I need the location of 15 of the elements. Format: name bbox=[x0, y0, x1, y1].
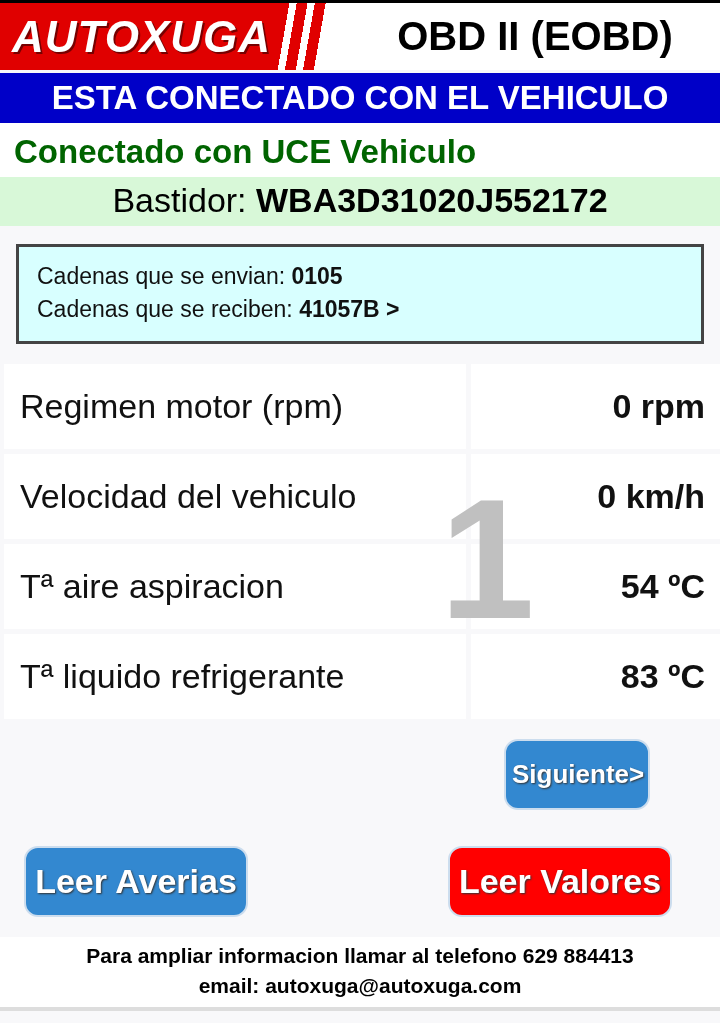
reading-value: 0 rpm bbox=[471, 364, 720, 449]
vin-text: Bastidor: WBA3D31020J552172 bbox=[0, 177, 720, 226]
reading-value: 83 ºC bbox=[471, 634, 720, 719]
action-button[interactable]: Leer Valores bbox=[448, 846, 672, 917]
reading-name: Tª liquido refrigerante bbox=[4, 634, 466, 719]
reading-name: Regimen motor (rpm) bbox=[4, 364, 466, 449]
next-button[interactable]: Siguiente> bbox=[504, 739, 650, 810]
strings-line: Cadenas que se envian: 0105 bbox=[37, 263, 344, 290]
app-title: OBD II (EOBD) bbox=[396, 13, 674, 60]
strings-line: Cadenas que se reciben: 41057B > bbox=[37, 296, 401, 323]
status-text: Conectado con UCE Vehiculo bbox=[0, 123, 720, 177]
footer-text: Para ampliar informacion llamar al telefono 629 884413 bbox=[86, 943, 634, 969]
footer-text: email: autoxuga@autoxuga.com bbox=[198, 973, 522, 999]
action-button[interactable]: Leer Averias bbox=[24, 846, 248, 917]
connection-banner: ESTA CONECTADO CON EL VEHICULO bbox=[0, 73, 720, 123]
